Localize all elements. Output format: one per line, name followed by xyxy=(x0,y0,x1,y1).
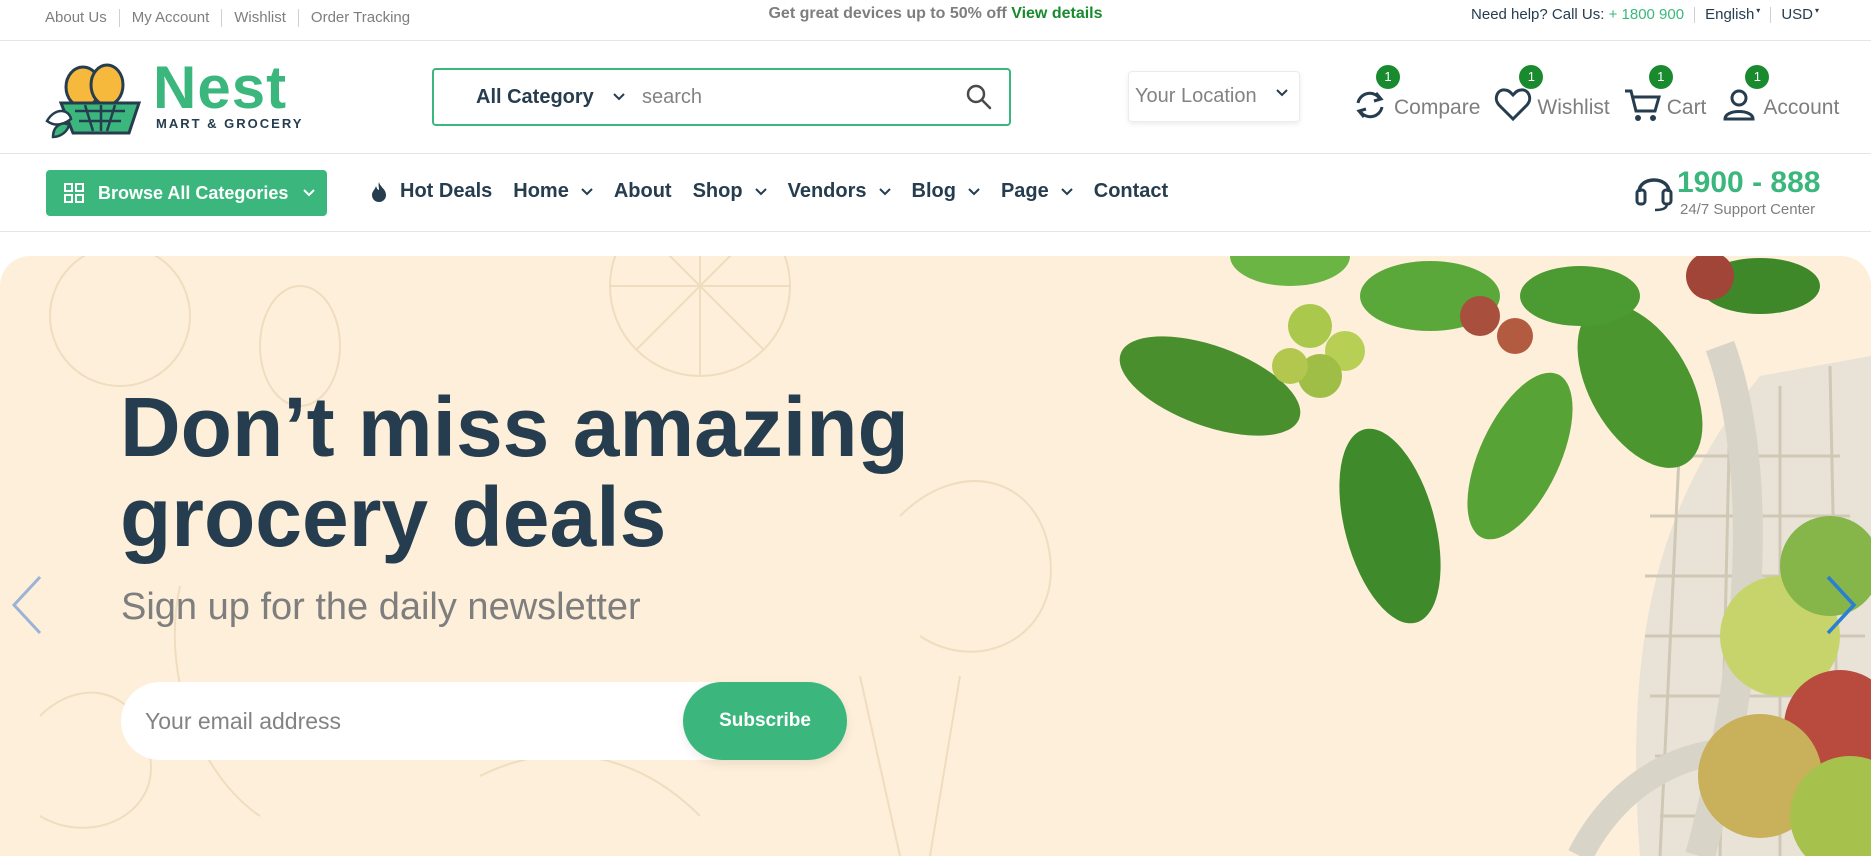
chevron-down-icon xyxy=(303,189,316,197)
chevron-down-icon xyxy=(1276,89,1288,97)
nav-label: Page xyxy=(1000,180,1049,202)
browse-label: Browse All Categories xyxy=(98,182,289,203)
divider xyxy=(1694,6,1696,23)
nav-label: Hot Deals xyxy=(400,180,493,202)
nav-item-hot-deals[interactable]: Hot Deals xyxy=(370,180,492,203)
compare-count-badge: 1 xyxy=(1376,65,1400,89)
location-value: Your Location xyxy=(1135,85,1257,107)
help-phone[interactable]: + 1800 900 xyxy=(1609,6,1685,23)
support-label: 24/7 Support Center xyxy=(1680,201,1816,218)
grid-icon xyxy=(64,183,84,203)
search-icon[interactable] xyxy=(965,83,993,111)
nav-label: Contact xyxy=(1093,180,1169,202)
main-nav: Hot Deals Home About Shop Vendors Blog P… xyxy=(370,180,1189,203)
category-select[interactable]: All Category xyxy=(476,86,604,109)
nav-item-shop[interactable]: Shop xyxy=(693,180,767,203)
compare-button[interactable]: 1 Compare xyxy=(1350,65,1480,125)
support-number: 1900 - 888 xyxy=(1677,166,1821,199)
cart-label: Cart xyxy=(1666,96,1707,119)
top-bar: About Us My Account Wishlist Order Track… xyxy=(0,0,1871,41)
fire-icon xyxy=(372,181,386,202)
email-input[interactable] xyxy=(145,708,585,735)
language-selector[interactable]: English ▾ xyxy=(1705,6,1760,23)
nav-item-page[interactable]: Page xyxy=(1001,180,1073,203)
help-text: Need help? Call Us: xyxy=(1471,6,1605,23)
chevron-down-icon xyxy=(581,187,593,195)
nav-item-contact[interactable]: Contact xyxy=(1094,180,1168,203)
wishlist-count-badge: 1 xyxy=(1519,65,1544,89)
promo-text: Get great devices up to 50% off xyxy=(768,5,1007,22)
chevron-down-icon xyxy=(968,187,980,195)
nav-item-blog[interactable]: Blog xyxy=(912,180,980,203)
compare-icon xyxy=(1356,91,1384,119)
account-label: Account xyxy=(1763,96,1840,119)
header-actions: 1 Compare 1 Wishlist 1 Cart 1 Account xyxy=(1350,65,1852,125)
account-count-badge: 1 xyxy=(1745,65,1770,89)
logo-tagline: MART & GROCERY xyxy=(156,116,304,131)
basket-logo-icon xyxy=(45,63,142,139)
chevron-down-icon xyxy=(754,187,767,195)
search-bar: All Category xyxy=(432,68,1011,126)
user-icon xyxy=(1723,89,1755,121)
location-select[interactable]: Your Location xyxy=(1128,71,1300,122)
cart-icon xyxy=(1624,89,1661,121)
chevron-right-icon[interactable] xyxy=(1820,571,1860,641)
wishlist-label: Wishlist xyxy=(1537,96,1610,119)
chevron-down-icon[interactable] xyxy=(604,92,634,102)
hero-title: Don’t miss amazing grocery deals xyxy=(120,382,1020,562)
nav-label: Vendors xyxy=(787,180,867,202)
view-details-link[interactable]: View details xyxy=(1011,5,1102,22)
nav-label: Shop xyxy=(692,180,743,202)
headset-icon xyxy=(1635,178,1673,212)
heart-icon xyxy=(1495,88,1532,122)
logo-name: Nest xyxy=(153,54,288,121)
nav-bar: Browse All Categories Hot Deals Home Abo… xyxy=(0,154,1871,232)
subscribe-button[interactable]: Subscribe xyxy=(683,682,847,760)
nav-item-about[interactable]: About xyxy=(614,180,672,203)
main-header: Nest MART & GROCERY All Category Your Lo… xyxy=(0,41,1871,154)
apples-bag-image xyxy=(1119,256,1871,856)
hero-title-line-1: Don’t miss amazing xyxy=(120,380,909,474)
newsletter-form: Subscribe xyxy=(121,682,847,760)
search-input[interactable] xyxy=(642,85,952,109)
currency-selector[interactable]: USD ▾ xyxy=(1781,6,1819,23)
nav-item-vendors[interactable]: Vendors xyxy=(788,180,891,203)
logo[interactable]: Nest MART & GROCERY xyxy=(45,54,305,159)
nav-item-home[interactable]: Home xyxy=(513,180,593,203)
cart-button[interactable]: 1 Cart xyxy=(1623,65,1707,125)
caret-down-icon: ▾ xyxy=(1814,6,1819,15)
nav-label: About xyxy=(613,180,672,202)
account-button[interactable]: 1 Account xyxy=(1719,65,1839,125)
chevron-down-icon xyxy=(1061,187,1073,195)
cart-count-badge: 1 xyxy=(1648,65,1673,89)
caret-down-icon: ▾ xyxy=(1756,6,1761,15)
top-right-tools: Need help? Call Us: + 1800 900 English ▾ … xyxy=(1471,6,1819,23)
wishlist-button[interactable]: 1 Wishlist xyxy=(1493,65,1610,125)
divider xyxy=(1770,6,1772,23)
hero-banner: Don’t miss amazing grocery deals Sign up… xyxy=(0,256,1871,856)
nav-label: Home xyxy=(513,180,569,202)
browse-categories-button[interactable]: Browse All Categories xyxy=(46,170,327,216)
chevron-left-icon[interactable] xyxy=(6,571,46,641)
compare-label: Compare xyxy=(1394,96,1481,119)
chevron-down-icon xyxy=(878,187,891,195)
hero-title-line-2: grocery deals xyxy=(120,470,667,564)
nav-label: Blog xyxy=(911,180,956,202)
hero-subtitle: Sign up for the daily newsletter xyxy=(121,586,641,628)
